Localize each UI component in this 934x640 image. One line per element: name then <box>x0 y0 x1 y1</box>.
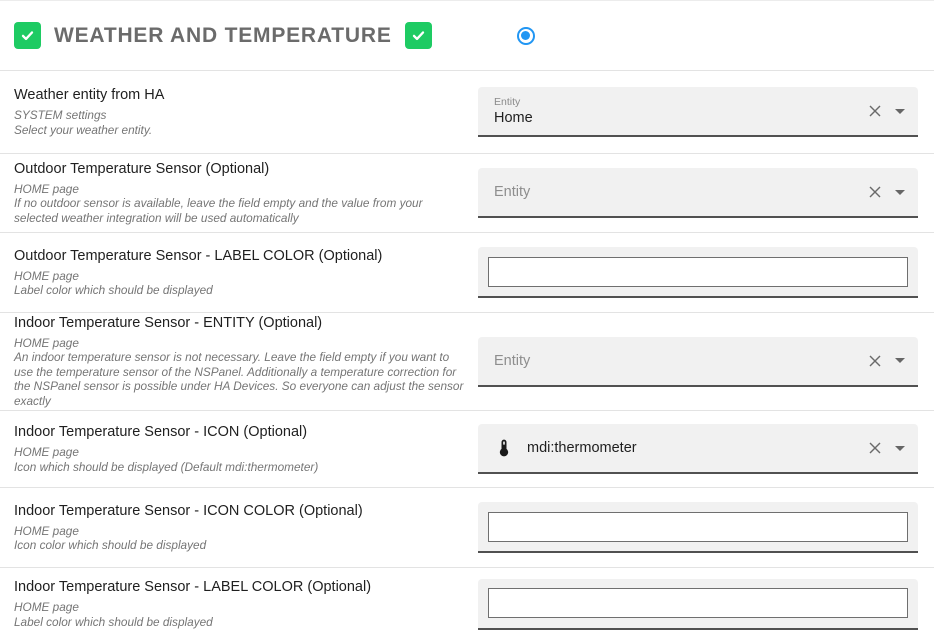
setting-row-indoor-icon: Indoor Temperature Sensor - ICON (Option… <box>0 410 934 487</box>
section-header: WEATHER AND TEMPERATURE <box>0 1 934 70</box>
text-field-container <box>478 502 918 553</box>
chevron-down-icon[interactable] <box>895 358 905 363</box>
weather-temperature-settings-page: WEATHER AND TEMPERATURE Weather entity f… <box>0 0 934 640</box>
setting-title: Indoor Temperature Sensor - LABEL COLOR … <box>14 579 468 595</box>
setting-text: Outdoor Temperature Sensor - LABEL COLOR… <box>0 233 478 312</box>
setting-context: HOME page <box>14 269 466 284</box>
select-actions <box>868 185 918 199</box>
select-content: Entity Home <box>478 96 868 126</box>
clear-icon[interactable] <box>868 441 882 455</box>
setting-description: Label color which should be displayed <box>14 283 466 298</box>
select-actions <box>868 354 918 368</box>
setting-field: mdi:thermometer <box>478 411 918 487</box>
indoor-label-color-input[interactable] <box>488 588 908 618</box>
setting-title: Indoor Temperature Sensor - ENTITY (Opti… <box>14 315 468 331</box>
select-placeholder: Entity <box>494 353 530 369</box>
setting-description: Select your weather entity. <box>14 123 466 138</box>
setting-text: Indoor Temperature Sensor - ENTITY (Opti… <box>0 313 478 410</box>
setting-field <box>478 488 918 567</box>
setting-description: Icon which should be displayed (Default … <box>14 460 466 475</box>
setting-description: An indoor temperature sensor is not nece… <box>14 350 466 408</box>
setting-row-indoor-entity: Indoor Temperature Sensor - ENTITY (Opti… <box>0 312 934 410</box>
setting-row-indoor-icon-color: Indoor Temperature Sensor - ICON COLOR (… <box>0 487 934 567</box>
setting-row-weather-entity: Weather entity from HA SYSTEM settings S… <box>0 70 934 153</box>
thermometer-icon <box>494 438 514 458</box>
radio-dot <box>521 31 530 40</box>
clear-icon[interactable] <box>868 354 882 368</box>
setting-text: Indoor Temperature Sensor - LABEL COLOR … <box>0 568 478 640</box>
setting-title: Indoor Temperature Sensor - ICON COLOR (… <box>14 503 468 519</box>
select-actions <box>868 441 918 455</box>
setting-context: HOME page <box>14 600 466 615</box>
section-enabled-checkbox[interactable] <box>14 22 41 49</box>
setting-context: HOME page <box>14 445 466 460</box>
setting-description: Icon color which should be displayed <box>14 538 466 553</box>
setting-field: Entity Home <box>478 71 918 153</box>
setting-text: Outdoor Temperature Sensor (Optional) HO… <box>0 154 478 232</box>
select-value: mdi:thermometer <box>527 440 637 456</box>
setting-row-indoor-label-color: Indoor Temperature Sensor - LABEL COLOR … <box>0 567 934 640</box>
section-secondary-checkbox[interactable] <box>405 22 432 49</box>
chevron-down-icon[interactable] <box>895 109 905 114</box>
outdoor-label-color-input[interactable] <box>488 257 908 287</box>
select-placeholder: Entity <box>494 184 530 200</box>
checkmark-icon <box>411 28 426 43</box>
setting-row-outdoor-sensor: Outdoor Temperature Sensor (Optional) HO… <box>0 153 934 232</box>
text-field-container <box>478 579 918 630</box>
setting-description: Label color which should be displayed <box>14 615 466 630</box>
setting-title: Weather entity from HA <box>14 87 468 103</box>
setting-field: Entity <box>478 154 918 232</box>
setting-description: If no outdoor sensor is available, leave… <box>14 196 466 225</box>
select-value: Home <box>494 110 533 126</box>
section-radio-button[interactable] <box>517 27 535 45</box>
clear-icon[interactable] <box>868 104 882 118</box>
select-content: Entity <box>478 353 868 369</box>
setting-field: Entity <box>478 313 918 410</box>
select-content: Entity <box>478 184 868 200</box>
indoor-icon-select[interactable]: mdi:thermometer <box>478 424 918 474</box>
indoor-sensor-entity-select[interactable]: Entity <box>478 337 918 387</box>
section-title: WEATHER AND TEMPERATURE <box>54 24 392 48</box>
setting-title: Outdoor Temperature Sensor - LABEL COLOR… <box>14 248 468 264</box>
chevron-down-icon[interactable] <box>895 190 905 195</box>
setting-text: Indoor Temperature Sensor - ICON (Option… <box>0 411 478 487</box>
setting-context: HOME page <box>14 182 466 197</box>
outdoor-sensor-entity-select[interactable]: Entity <box>478 168 918 218</box>
select-content: mdi:thermometer <box>478 438 868 458</box>
setting-title: Outdoor Temperature Sensor (Optional) <box>14 161 468 177</box>
weather-entity-select[interactable]: Entity Home <box>478 87 918 137</box>
setting-text: Weather entity from HA SYSTEM settings S… <box>0 71 478 153</box>
setting-field <box>478 568 918 640</box>
clear-icon[interactable] <box>868 185 882 199</box>
chevron-down-icon[interactable] <box>895 446 905 451</box>
indoor-icon-color-input[interactable] <box>488 512 908 542</box>
checkmark-icon <box>20 28 35 43</box>
select-actions <box>868 104 918 118</box>
setting-title: Indoor Temperature Sensor - ICON (Option… <box>14 424 468 440</box>
select-floating-label: Entity <box>494 96 533 108</box>
setting-field <box>478 233 918 312</box>
setting-text: Indoor Temperature Sensor - ICON COLOR (… <box>0 488 478 567</box>
setting-context: SYSTEM settings <box>14 108 466 123</box>
setting-row-outdoor-label-color: Outdoor Temperature Sensor - LABEL COLOR… <box>0 232 934 312</box>
text-field-container <box>478 247 918 298</box>
setting-context: HOME page <box>14 524 466 539</box>
setting-context: HOME page <box>14 336 466 351</box>
